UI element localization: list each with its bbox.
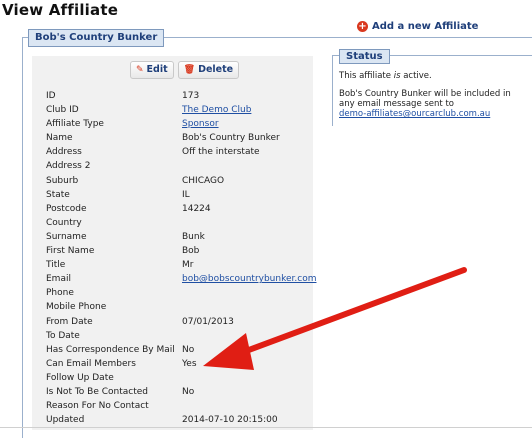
annotation-arrow — [203, 267, 467, 370]
arrow-head — [203, 333, 254, 370]
arrow-shaft — [235, 267, 467, 357]
